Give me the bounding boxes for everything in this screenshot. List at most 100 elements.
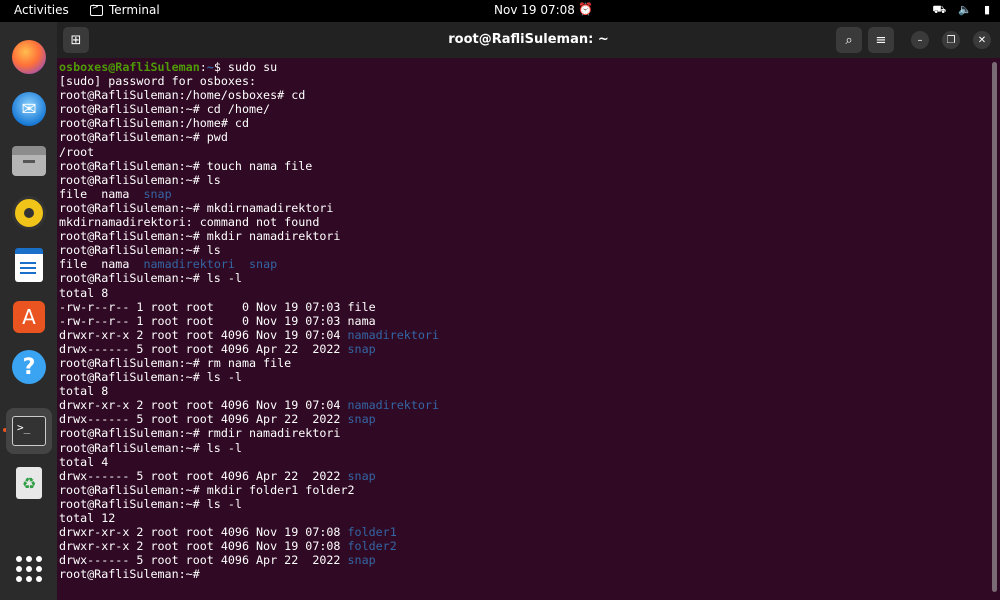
terminal-line: total 8 [59,384,984,398]
minimize-button[interactable]: – [911,31,929,49]
terminal-line: root@RafliSuleman:~# ls [59,173,984,187]
dock-rhythmbox[interactable] [6,190,52,236]
terminal-text: root@RafliSuleman:~# [59,567,207,582]
terminal-text: total 4 [59,454,109,469]
terminal-text: root@RafliSuleman:~# mkdir folder1 folde… [59,482,355,497]
terminal-text: drwxr-xr-x 2 root root 4096 Nov 19 07:04 [59,327,348,342]
menu-button[interactable]: ≡ [868,27,894,53]
app-menu-label: Terminal [109,3,160,17]
terminal-line: drwxr-xr-x 2 root root 4096 Nov 19 07:04… [59,398,984,412]
terminal-output[interactable]: osboxes@RafliSuleman:~$ sudo su [sudo] pa… [59,58,984,598]
terminal-line: [sudo] password for osboxes: [59,74,984,88]
app-center-icon: A [13,301,45,333]
terminal-text: root@RafliSuleman:~# mkdirnamadirektori [59,200,334,215]
maximize-button[interactable]: ❐ [942,31,960,49]
terminal-line: drwxr-xr-x 2 root root 4096 Nov 19 07:04… [59,328,984,342]
terminal-line: root@RafliSuleman:~# cd /home/ [59,102,984,116]
app-grid-icon [16,556,42,582]
terminal-line: drwx------ 5 root root 4096 Apr 22 2022 … [59,412,984,426]
terminal-line: root@RafliSuleman:~# ls -l [59,497,984,511]
directory-name: snap [347,341,376,356]
terminal-line: -rw-r--r-- 1 root root 0 Nov 19 07:03 fi… [59,300,984,314]
top-bar: Activities Terminal Nov 19 07:08 ⏰ ⛟ 🔈 ▮ [0,0,1000,22]
terminal-line: root@RafliSuleman:~# rmdir namadirektori [59,426,984,440]
terminal-text: drwxr-xr-x 2 root root 4096 Nov 19 07:04 [59,398,348,413]
title-bar: ⊞ root@RafliSuleman: ~ ⌕ ≡ – ❐ ✕ [57,22,1000,58]
terminal-text: drwx------ 5 root root 4096 Apr 22 2022 [59,412,348,427]
terminal-text: -rw-r--r-- 1 root root 0 Nov 19 07:03 fi… [59,299,376,314]
terminal-text: drwx------ 5 root root 4096 Apr 22 2022 [59,553,348,568]
terminal-line: root@RafliSuleman:~# ls -l [59,370,984,384]
terminal-text: drwxr-xr-x 2 root root 4096 Nov 19 07:08 [59,539,348,554]
terminal-window: ⊞ root@RafliSuleman: ~ ⌕ ≡ – ❐ ✕ osboxes… [57,22,1000,600]
dock-trash[interactable]: ♻ [6,460,52,506]
terminal-line: root@RafliSuleman:~# mkdir folder1 folde… [59,483,984,497]
close-button[interactable]: ✕ [973,31,991,49]
app-menu[interactable]: Terminal [90,2,160,17]
scrollbar[interactable] [992,62,997,592]
terminal-line: drwx------ 5 root root 4096 Apr 22 2022 … [59,342,984,356]
terminal-line: root@RafliSuleman:/home# cd [59,116,984,130]
files-icon [12,146,46,176]
alarm-icon: ⏰ [578,2,593,16]
firefox-icon [12,40,46,74]
terminal-line: root@RafliSuleman:~# rm nama file [59,356,984,370]
terminal-text: root@RafliSuleman:~# mkdir namadirektori [59,229,341,244]
terminal-text: root@RafliSuleman:/home# cd [59,116,249,131]
terminal-text: root@RafliSuleman:~# ls -l [59,496,242,511]
directory-name: snap [143,186,172,201]
dock-firefox[interactable] [6,34,52,80]
directory-name: snap [249,257,278,272]
close-icon: ✕ [977,34,987,46]
terminal-line: total 8 [59,286,984,300]
battery-icon: ▮ [983,3,990,16]
activities-button[interactable]: Activities [14,3,69,17]
search-button[interactable]: ⌕ [836,27,862,53]
dock-files[interactable] [6,138,52,184]
terminal-line: -rw-r--r-- 1 root root 0 Nov 19 07:03 na… [59,314,984,328]
terminal-icon: >_ [12,416,46,446]
terminal-text: file nama [59,257,144,272]
terminal-line: root@RafliSuleman:~# ls [59,243,984,257]
maximize-icon: ❐ [946,34,956,46]
dock: ✉ A ? >_ ♻ [0,22,57,600]
terminal-text: total 8 [59,384,109,399]
terminal-text: root@RafliSuleman:~# ls [59,243,221,258]
terminal-text: drwx------ 5 root root 4096 Apr 22 2022 [59,341,348,356]
terminal-line: /root [59,145,984,159]
terminal-line: osboxes@RafliSuleman:~$ sudo su [59,60,984,74]
hamburger-icon: ≡ [875,32,887,48]
dock-terminal[interactable]: >_ [6,408,52,454]
prompt-part: osboxes@RafliSuleman [59,60,200,74]
directory-name: namadirektori [143,257,235,272]
prompt-part: ~ [206,60,214,74]
rhythmbox-icon [12,196,46,230]
terminal-text: /root [59,144,95,159]
terminal-text: mkdirnamadirektori: command not found [59,215,320,230]
directory-name: snap [347,412,376,427]
terminal-text: root@RafliSuleman:~# pwd [59,130,228,145]
system-menu[interactable]: ⛟ 🔈 ▮ [932,3,990,18]
terminal-line: total 12 [59,511,984,525]
search-icon: ⌕ [845,32,853,48]
terminal-text: drwx------ 5 root root 4096 Apr 22 2022 [59,468,348,483]
terminal-line: mkdirnamadirektori: command not found [59,215,984,229]
libreoffice-writer-icon [15,248,43,282]
terminal-text: file nama [59,186,144,201]
directory-name: snap [347,553,376,568]
dock-help[interactable]: ? [6,344,52,390]
dock-writer[interactable] [6,242,52,288]
terminal-text: drwxr-xr-x 2 root root 4096 Nov 19 07:08 [59,525,348,540]
terminal-line: root@RafliSuleman:~# touch nama file [59,159,984,173]
terminal-text: root@RafliSuleman:~# ls -l [59,370,242,385]
dock-app-center[interactable]: A [6,294,52,340]
show-apps-button[interactable] [6,546,52,592]
directory-name: snap [347,468,376,483]
terminal-line: root@RafliSuleman:~# [59,567,984,581]
dock-thunderbird[interactable]: ✉ [6,86,52,132]
terminal-line: root@RafliSuleman:~# mkdirnamadirektori [59,201,984,215]
terminal-line: root@RafliSuleman:~# pwd [59,130,984,144]
thunderbird-icon: ✉ [12,92,46,126]
clock[interactable]: Nov 19 07:08 [494,3,575,17]
